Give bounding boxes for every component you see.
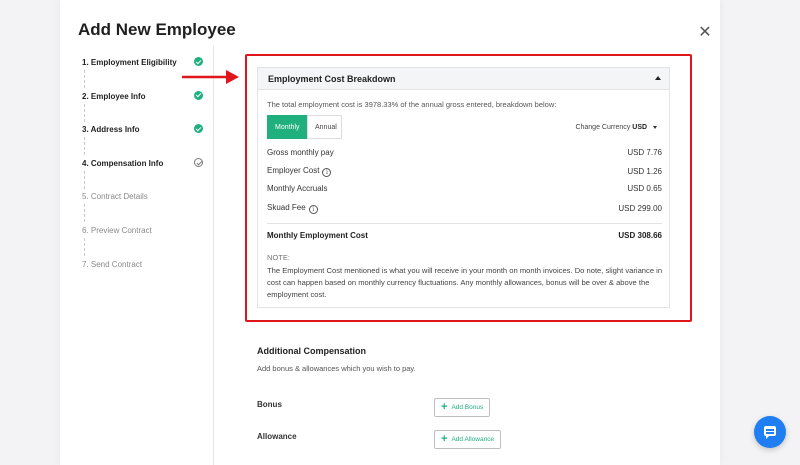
period-toggle: Monthly Annual [267, 115, 342, 139]
step-connector [84, 137, 85, 156]
step-connector [84, 237, 85, 256]
cost-row-label: Employer Cost [267, 166, 320, 175]
cost-intro-text: The total employment cost is 3978.33% of… [267, 100, 557, 109]
step-label: 1. Employment Eligibility [82, 58, 177, 67]
cost-breakdown-title: Employment Cost Breakdown [268, 74, 396, 84]
toggle-monthly[interactable]: Monthly [267, 115, 307, 139]
check-circle-outline-icon [194, 157, 203, 167]
cost-row-value: USD 7.76 [627, 148, 662, 157]
step-connector [84, 170, 85, 189]
step-preview-contract[interactable]: 6. Preview Contract [82, 225, 207, 259]
add-bonus-button[interactable]: + Add Bonus [434, 398, 491, 417]
check-circle-icon [194, 90, 203, 100]
add-allowance-button[interactable]: + Add Allowance [434, 430, 502, 449]
stepper: 1. Employment Eligibility 2. Employee In… [82, 57, 207, 292]
cost-row-value: USD 299.00 [618, 204, 662, 213]
check-circle-icon [194, 57, 203, 66]
step-address-info[interactable]: 3. Address Info [82, 124, 207, 158]
steps-divider [213, 46, 214, 465]
chat-button[interactable] [754, 416, 786, 448]
cost-row-value: USD 0.65 [627, 184, 662, 193]
cost-row-skuad-fee: Skuad Fee i USD 299.00 [267, 203, 662, 214]
modal-title: Add New Employee [78, 20, 236, 39]
step-label: 3. Address Info [82, 125, 140, 135]
cost-row-total: Monthly Employment Cost USD 308.66 [267, 231, 662, 240]
plus-icon: + [441, 401, 448, 413]
cost-row-label: Monthly Accruals [267, 184, 328, 193]
additional-compensation-title: Additional Compensation [257, 346, 366, 356]
cost-row-value: USD 1.26 [627, 167, 662, 176]
add-bonus-label: Add Bonus [451, 404, 484, 411]
toggle-annual[interactable]: Annual [307, 115, 342, 139]
step-label: 4. Compensation Info [82, 158, 164, 168]
additional-compensation-subtitle: Add bonus & allowances which you wish to… [257, 364, 416, 373]
currency-selector[interactable]: Change Currency USD [575, 124, 657, 131]
info-icon[interactable]: i [308, 205, 318, 214]
currency-label: Change Currency [575, 124, 631, 131]
divider [267, 223, 662, 224]
currency-value: USD [632, 124, 648, 131]
step-compensation-info[interactable]: 4. Compensation Info [82, 157, 207, 192]
note-label: NOTE: [267, 253, 290, 262]
close-icon[interactable]: ✕ [696, 24, 714, 42]
step-connector [84, 70, 85, 88]
cost-row-gross: Gross monthly pay USD 7.76 [267, 148, 662, 157]
arrow-right-icon [182, 70, 239, 84]
info-icon[interactable]: i [322, 168, 332, 177]
cost-row-accruals: Monthly Accruals USD 0.65 [267, 184, 662, 193]
step-employee-info[interactable]: 2. Employee Info [82, 90, 207, 125]
step-label: 2. Employee Info [82, 91, 146, 101]
chevron-down-icon [653, 125, 657, 129]
cost-row-label: Gross monthly pay [267, 148, 334, 157]
caret-up-icon[interactable] [655, 76, 661, 80]
cost-breakdown-header[interactable]: Employment Cost Breakdown [258, 68, 669, 90]
cost-breakdown-card: Employment Cost Breakdown The total empl… [257, 67, 670, 308]
check-circle-icon [194, 124, 203, 134]
plus-icon: + [441, 433, 448, 445]
step-label: 6. Preview Contract [82, 225, 152, 235]
cost-row-label: Skuad Fee [267, 203, 306, 212]
step-contract-details[interactable]: 5. Contract Details [82, 191, 207, 225]
step-connector [84, 204, 85, 223]
cost-row-employer: Employer Cost i USD 1.26 [267, 166, 662, 177]
note-text: The Employment Cost mentioned is what yo… [267, 266, 663, 299]
total-label: Monthly Employment Cost [267, 231, 368, 240]
step-connector [84, 103, 85, 122]
total-value: USD 308.66 [618, 231, 662, 240]
step-label: 5. Contract Details [82, 192, 148, 202]
step-label: 7. Send Contract [82, 259, 143, 269]
chat-icon [764, 426, 776, 439]
bonus-label: Bonus [257, 400, 282, 409]
allowance-label: Allowance [257, 432, 297, 441]
step-send-contract[interactable]: 7. Send Contract [82, 259, 207, 293]
add-allowance-label: Add Allowance [451, 436, 495, 443]
